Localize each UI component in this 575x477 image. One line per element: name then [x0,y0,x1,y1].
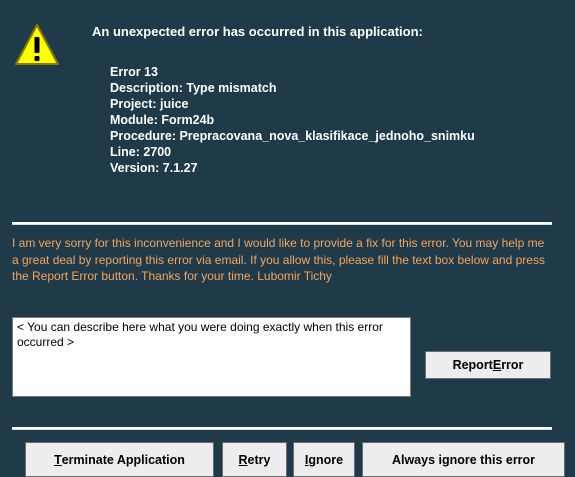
report-error-label-key: E [492,358,502,372]
warning-icon [15,24,59,65]
bottom-divider [12,427,552,430]
error-number: Error 13 [110,65,158,79]
report-error-button[interactable]: Report Error [425,351,551,379]
error-module: Module: Form24b [110,113,215,127]
always-ignore-label-pre: Always i [391,452,442,467]
error-line: Line: 2700 [110,145,172,159]
top-divider [12,222,552,225]
retry-button[interactable]: Retry [222,442,287,477]
terminate-application-button[interactable]: Terminate Application [25,442,214,477]
ignore-button[interactable]: Ignore [293,442,355,477]
report-error-label-post: rror [501,358,524,372]
ignore-label-post: gnore [308,452,344,467]
always-ignore-button[interactable]: Always i g nore this error [362,442,565,477]
terminate-label-post: erminate Application [61,452,185,467]
error-headline: An unexpected error has occurred in this… [92,24,423,39]
error-version: Version: 7.1.27 [110,161,198,175]
error-project: Project: juice [110,97,189,111]
always-ignore-label-key: g [441,452,450,467]
error-details: Error 13 Description: Type mismatch Proj… [110,64,475,176]
apology-message: I am very sorry for this inconvenience a… [12,236,545,283]
report-error-label-pre: Report [452,358,493,372]
terminate-label-key: T [54,452,62,467]
always-ignore-label-post: nore this error [449,452,536,467]
retry-label-key: R [238,452,248,467]
error-procedure: Procedure: Prepracovana_nova_klasifikace… [110,129,475,143]
error-description: Description: Type mismatch [110,81,277,95]
description-textbox[interactable]: < You can describe here what you were do… [12,317,411,397]
retry-label-post: etry [247,452,271,467]
